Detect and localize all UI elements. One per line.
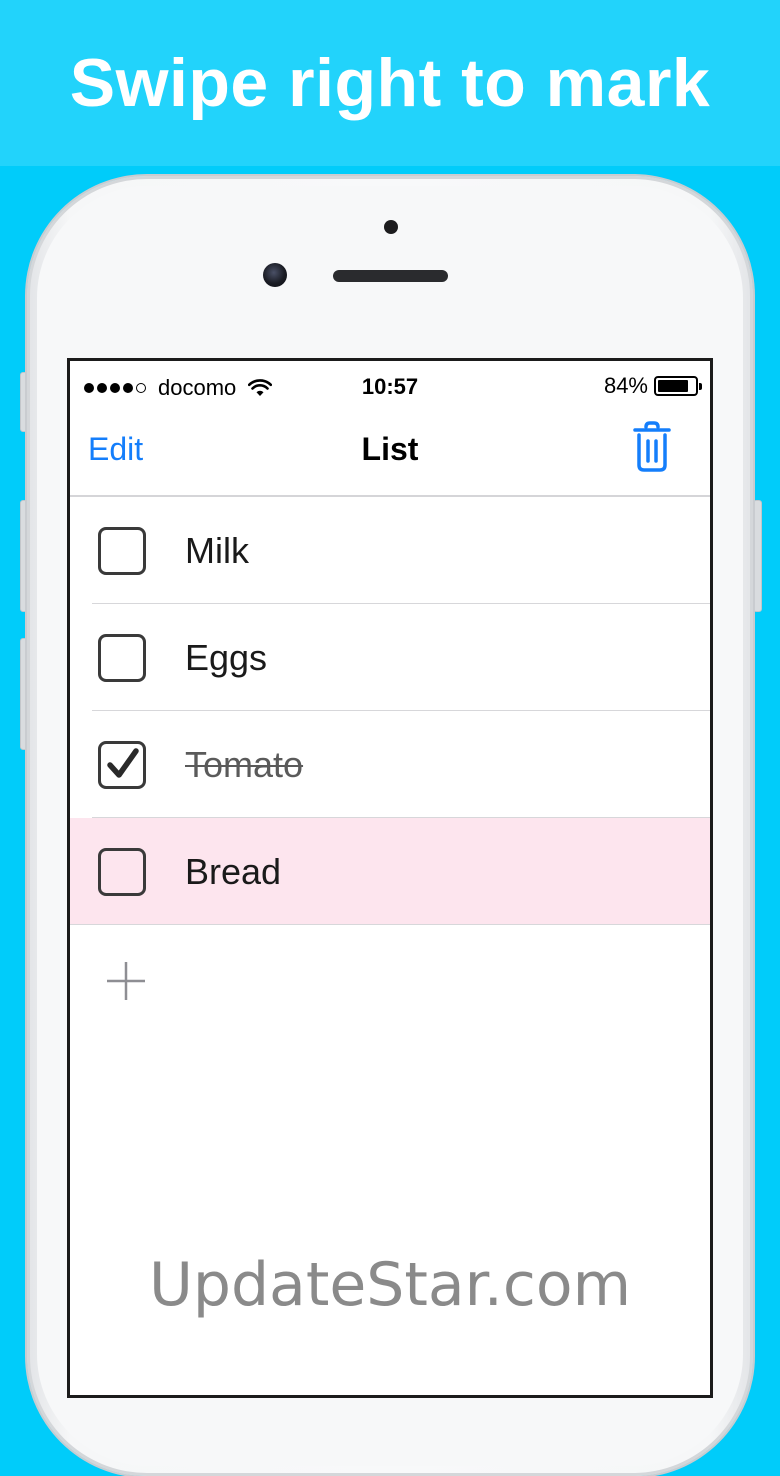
todo-list: Milk Eggs Tomato Bread <box>70 497 710 1032</box>
phone-screen: docomo 10:57 84% Edit List Milk Eggs Tom… <box>67 358 713 1398</box>
list-item[interactable]: Tomato <box>70 711 710 818</box>
item-label: Tomato <box>185 743 304 785</box>
battery-percent: 84% <box>603 373 648 398</box>
item-label: Milk <box>185 529 249 571</box>
battery-tip <box>699 383 702 390</box>
battery-icon <box>654 376 702 396</box>
page-title: List <box>361 431 419 467</box>
status-right: 84% <box>603 373 702 399</box>
checkbox[interactable] <box>98 847 146 896</box>
list-item[interactable]: Bread <box>70 818 710 925</box>
add-item-row[interactable] <box>70 925 710 1032</box>
promo-banner: Swipe right to mark <box>0 0 780 166</box>
status-bar: docomo 10:57 84% <box>70 361 710 411</box>
navigation-bar: Edit List <box>70 411 710 497</box>
proximity-sensor <box>384 220 398 234</box>
item-label: Bread <box>185 850 282 892</box>
checkbox[interactable] <box>98 633 146 682</box>
power-button <box>753 500 762 612</box>
trash-icon[interactable] <box>632 421 672 473</box>
banner-title: Swipe right to mark <box>69 45 711 121</box>
checkmark-icon <box>107 747 139 778</box>
front-camera <box>263 263 287 287</box>
battery-fill <box>658 380 688 392</box>
checkbox[interactable] <box>98 740 146 789</box>
plus-icon[interactable] <box>106 961 146 1001</box>
list-item[interactable]: Milk <box>70 497 710 604</box>
earpiece-speaker <box>333 270 448 282</box>
item-label: Eggs <box>185 636 268 678</box>
watermark: UpdateStar.com <box>148 1250 632 1320</box>
list-item[interactable]: Eggs <box>70 604 710 711</box>
checkbox[interactable] <box>98 526 146 575</box>
